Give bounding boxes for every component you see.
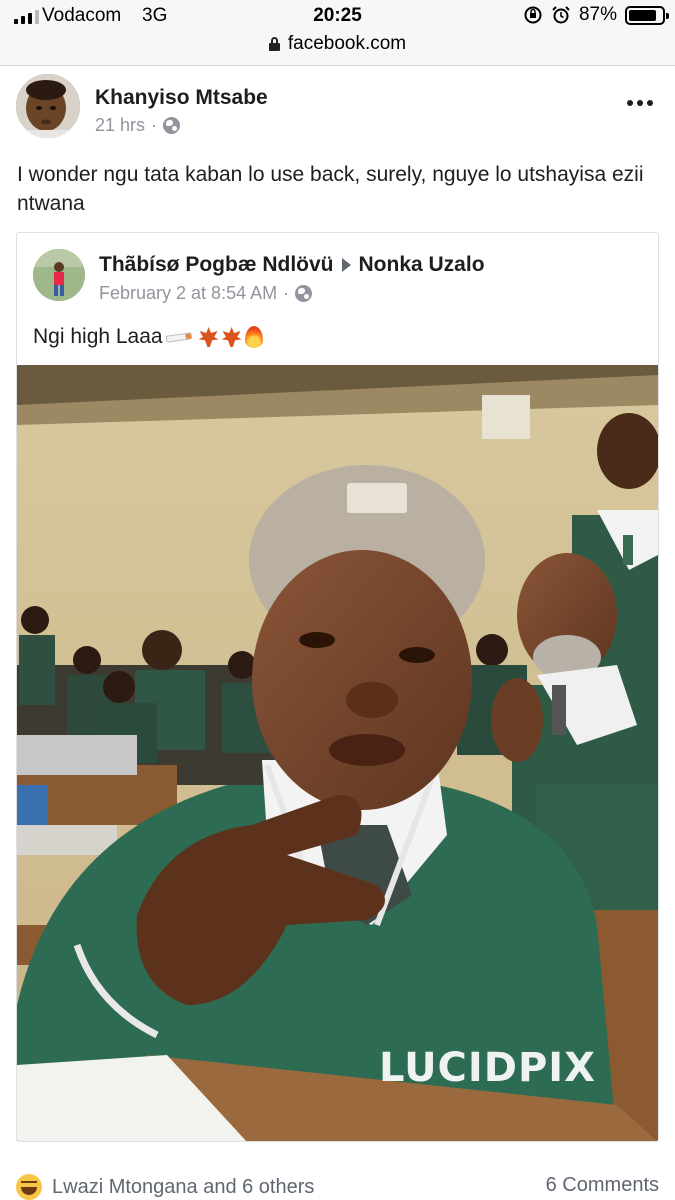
- author-avatar[interactable]: [16, 74, 80, 138]
- shared-post-text: Ngi high Laaa: [33, 325, 163, 348]
- reactions-text: Lwazi Mtongana and 6 others: [52, 1175, 315, 1198]
- shared-target-name[interactable]: Nonka Uzalo: [359, 253, 485, 277]
- shared-post-header: Thãbísø Pogbæ Ndlövü Nonka Uzalo: [99, 253, 485, 277]
- post-text: I wonder ngu tata kaban lo use back, sur…: [17, 163, 644, 215]
- cigarette-emoji-icon: [165, 331, 192, 343]
- shared-to-arrow-icon: [341, 258, 351, 272]
- shared-post-card[interactable]: Thãbísø Pogbæ Ndlövü Nonka Uzalo Februar…: [16, 232, 659, 1142]
- status-icons: 87%: [523, 4, 669, 26]
- post-meta: 21 hrs ·: [95, 115, 181, 136]
- public-globe-icon: [295, 285, 313, 302]
- url-text: facebook.com: [287, 33, 407, 54]
- post-author-name[interactable]: Khanyiso Mtsabe: [95, 86, 268, 110]
- photo-watermark: LUCIDPIX: [379, 1045, 597, 1091]
- meta-separator: ·: [151, 115, 158, 135]
- maple-leaf-emoji-icon: [198, 327, 219, 347]
- meta-separator: ·: [283, 283, 290, 303]
- orientation-lock-icon: [524, 6, 542, 24]
- status-bar: Vodacom 3G 20:25 87% facebook.com: [0, 0, 675, 66]
- reactions-summary[interactable]: Lwazi Mtongana and 6 others: [16, 1174, 314, 1200]
- shared-post-timestamp[interactable]: February 2 at 8:54 AM: [99, 283, 277, 304]
- fire-emoji-icon: [244, 326, 263, 348]
- address-bar[interactable]: facebook.com: [0, 33, 675, 55]
- shared-author-name[interactable]: Thãbísø Pogbæ Ndlövü: [99, 253, 334, 277]
- battery-icon: [625, 5, 669, 25]
- alarm-icon: [552, 6, 570, 24]
- battery-percent: 87%: [578, 4, 617, 25]
- lock-icon: [268, 37, 280, 51]
- more-options-icon[interactable]: [627, 100, 653, 106]
- shared-author-avatar[interactable]: [33, 249, 85, 301]
- shared-post-photo[interactable]: LUCIDPIX: [17, 365, 658, 1141]
- maple-leaf-emoji-icon: [221, 327, 242, 347]
- haha-reaction-icon: [16, 1174, 42, 1200]
- public-globe-icon: [163, 117, 181, 134]
- shared-post-text-row: Ngi high Laaa: [33, 325, 263, 349]
- post-timestamp[interactable]: 21 hrs: [95, 115, 145, 136]
- shared-post-meta: February 2 at 8:54 AM ·: [99, 283, 313, 304]
- comments-count-link[interactable]: 6 Comments: [546, 1174, 659, 1197]
